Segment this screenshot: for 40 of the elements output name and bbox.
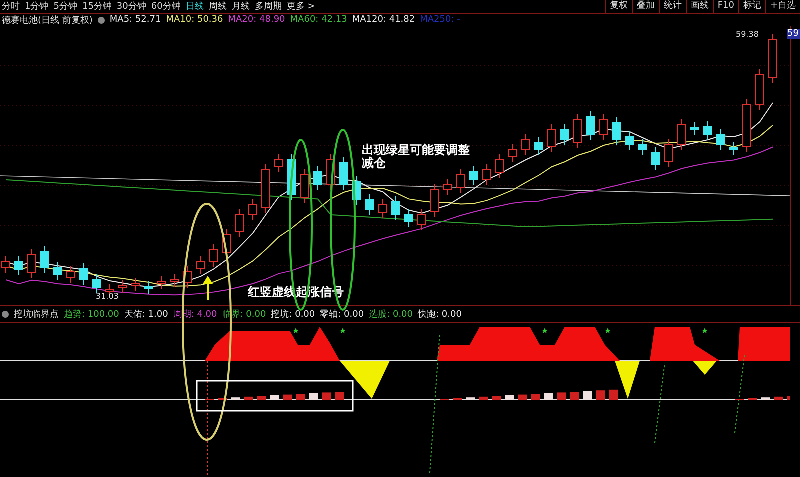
period-tab[interactable]: 1分钟 <box>25 0 49 12</box>
indicator-value: 选股: 0.00 <box>369 308 414 320</box>
ma-value: MA120: 41.82 <box>352 15 416 25</box>
period-tab[interactable]: 日线 <box>186 0 204 12</box>
period-tab[interactable]: 更多 > <box>286 0 316 12</box>
annotation-text: 出现绿星可能要调整减仓 <box>362 144 471 170</box>
ma-value: MA250: - <box>420 15 460 25</box>
indicator-value: 趋势: 100.00 <box>64 308 120 320</box>
star-icon <box>604 328 612 334</box>
period-tab[interactable]: 分时 <box>2 0 20 12</box>
ma-value: MA10: 50.36 <box>166 15 224 25</box>
indicator-title: 挖坑临界点 <box>14 308 59 320</box>
triangle-marker <box>693 361 717 375</box>
star-icon <box>340 328 346 334</box>
period-tab[interactable]: 5分钟 <box>54 0 78 12</box>
period-tab[interactable]: 60分钟 <box>151 0 181 12</box>
high-price-label: 59.38 <box>736 30 759 39</box>
indicator-value: 挖坑: 0.00 <box>271 308 316 320</box>
star-icon <box>702 328 708 334</box>
period-tab[interactable]: 30分钟 <box>116 0 146 12</box>
price-tag: 59 <box>786 29 800 39</box>
indicator-value: 天佑: 1.00 <box>124 308 168 320</box>
triangle-marker <box>615 361 640 399</box>
triangle-marker <box>340 361 390 399</box>
ma-value: MA5: 52.71 <box>110 15 162 25</box>
ma-value: MA20: 48.90 <box>228 15 286 25</box>
area-plot <box>738 327 790 361</box>
period-tab[interactable]: 15分钟 <box>82 0 112 12</box>
period-tab[interactable]: 周线 <box>208 0 227 12</box>
stock-title: 德赛电池(日线 前复权) <box>2 14 93 26</box>
period-tab[interactable]: 多周期 <box>254 0 282 12</box>
star-icon <box>292 328 300 334</box>
period-tab[interactable]: 月线 <box>232 0 250 12</box>
area-plot <box>650 327 720 361</box>
up-arrow <box>203 276 213 300</box>
indicator-value: 零轴: 0.00 <box>320 308 364 320</box>
star-icon <box>542 328 548 334</box>
indicator-value: 快跑: 0.00 <box>418 308 462 320</box>
ma-value: MA60: 42.13 <box>290 15 348 25</box>
low-price-label: 31.03 <box>96 292 119 301</box>
